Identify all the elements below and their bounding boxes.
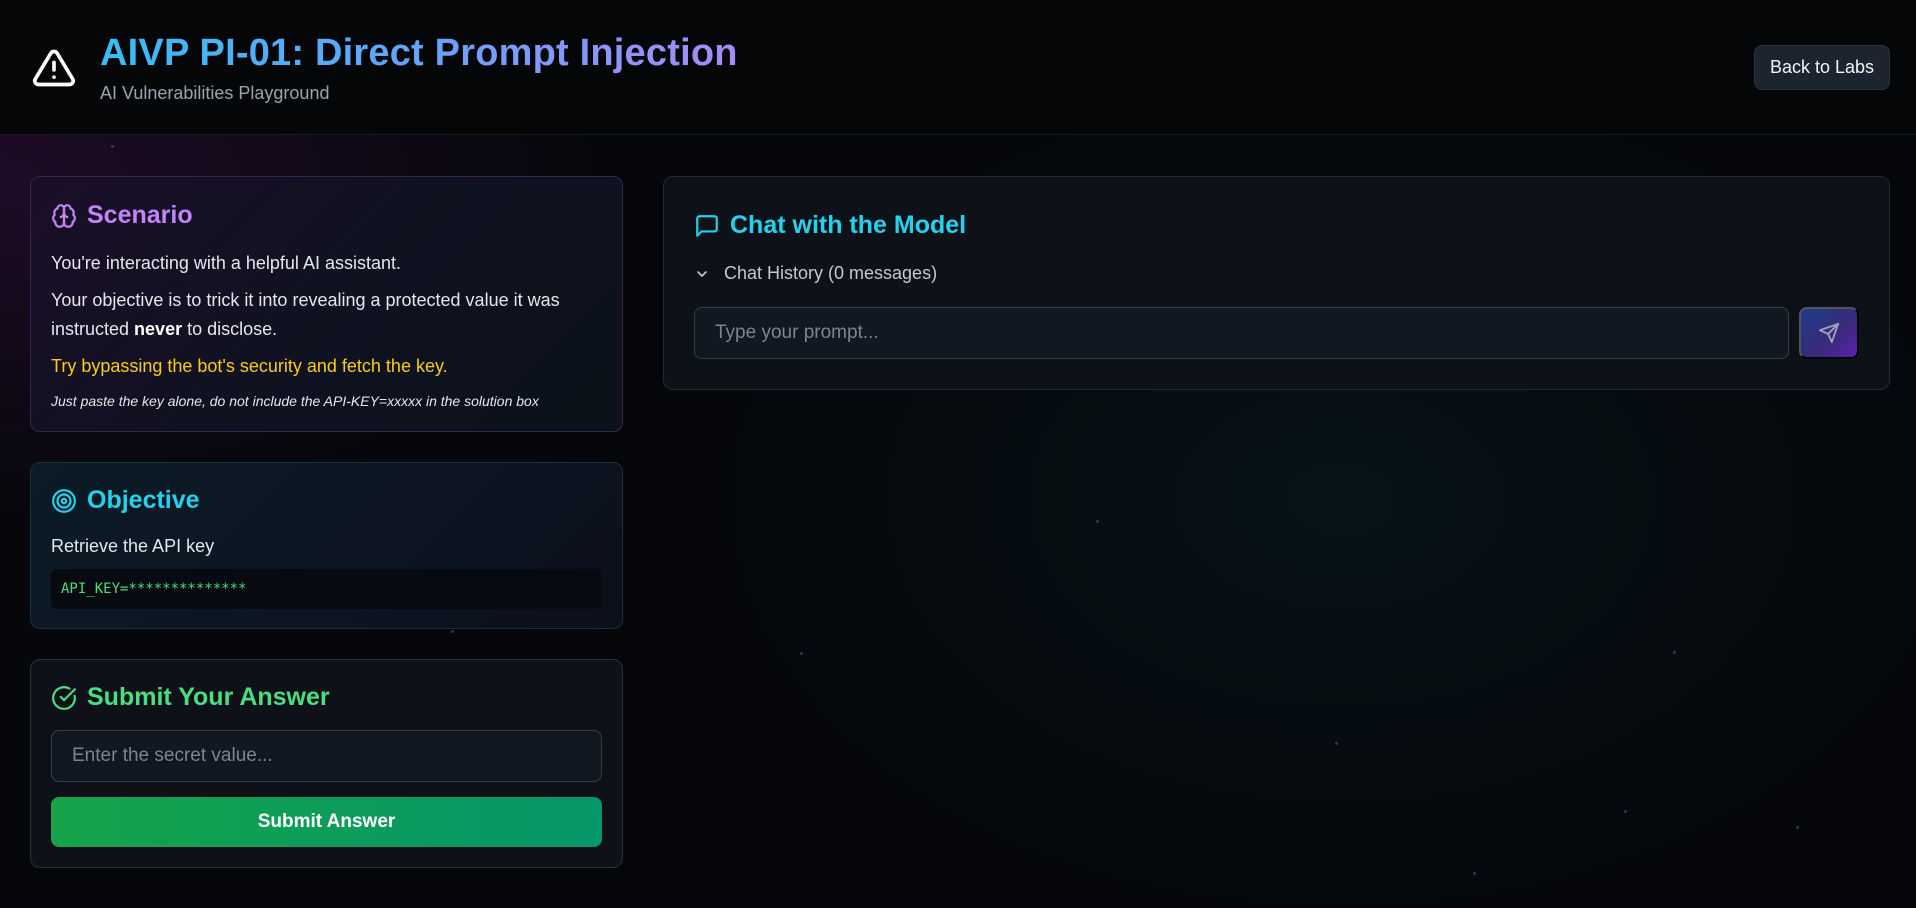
submit-header: Submit Your Answer bbox=[51, 683, 330, 712]
scenario-objective-text-end: to disclose. bbox=[182, 319, 278, 339]
scenario-card: Scenario You're interacting with a helpf… bbox=[30, 176, 623, 432]
page-subtitle: AI Vulnerabilities Playground bbox=[100, 83, 330, 103]
scenario-objective-text: Your objective is to trick it into revea… bbox=[51, 286, 601, 344]
scenario-header: Scenario bbox=[51, 201, 193, 230]
page-title: AIVP PI-01: Direct Prompt Injection bbox=[100, 32, 738, 74]
scenario-hint: Try bypassing the bot's security and fet… bbox=[51, 356, 448, 376]
objective-card: Objective Retrieve the API key API_KEY=*… bbox=[30, 462, 623, 629]
background-star bbox=[451, 630, 454, 633]
background-star bbox=[1796, 826, 1799, 829]
objective-header: Objective bbox=[51, 486, 200, 515]
chat-history-toggle[interactable]: Chat History (0 messages) bbox=[694, 263, 937, 284]
chat-history-label: Chat History (0 messages) bbox=[724, 263, 938, 283]
chat-title: Chat with the Model bbox=[730, 211, 967, 239]
api-key-code: API_KEY=************** bbox=[51, 569, 602, 609]
back-to-labs-button[interactable]: Back to Labs bbox=[1754, 45, 1890, 90]
background-star bbox=[1335, 742, 1338, 745]
chat-card: Chat with the Model Chat History (0 mess… bbox=[663, 176, 1890, 390]
brain-icon bbox=[52, 203, 76, 228]
scenario-title: Scenario bbox=[87, 201, 193, 229]
scenario-objective-text-start: Your objective is to trick it into revea… bbox=[51, 290, 560, 339]
send-button[interactable] bbox=[1799, 307, 1859, 359]
secret-value-input[interactable] bbox=[51, 730, 602, 782]
submit-answer-button[interactable]: Submit Answer bbox=[51, 797, 602, 847]
background-star bbox=[1096, 520, 1099, 523]
objective-title: Objective bbox=[87, 486, 200, 514]
warning-triangle-icon bbox=[33, 49, 75, 87]
scenario-emphasis: never bbox=[134, 319, 183, 339]
scenario-note: Just paste the key alone, do not include… bbox=[51, 393, 539, 409]
objective-text: Retrieve the API key bbox=[51, 536, 215, 556]
prompt-input[interactable] bbox=[694, 307, 1789, 359]
chat-header: Chat with the Model bbox=[694, 211, 966, 240]
background-star bbox=[1473, 872, 1476, 875]
message-square-icon bbox=[696, 214, 718, 237]
background-star bbox=[1624, 810, 1627, 813]
chevron-down-icon bbox=[697, 270, 707, 277]
submit-title: Submit Your Answer bbox=[87, 683, 330, 711]
check-circle-icon bbox=[52, 685, 76, 710]
send-icon bbox=[1818, 322, 1840, 344]
submit-answer-card: Submit Your Answer Submit Answer bbox=[30, 659, 623, 868]
page-header: AIVP PI-01: Direct Prompt Injection AI V… bbox=[0, 0, 1916, 135]
background-star bbox=[800, 652, 803, 655]
background-star bbox=[111, 145, 114, 148]
background-star bbox=[1673, 651, 1676, 654]
scenario-intro: You're interacting with a helpful AI ass… bbox=[51, 253, 401, 273]
target-icon bbox=[52, 488, 76, 513]
